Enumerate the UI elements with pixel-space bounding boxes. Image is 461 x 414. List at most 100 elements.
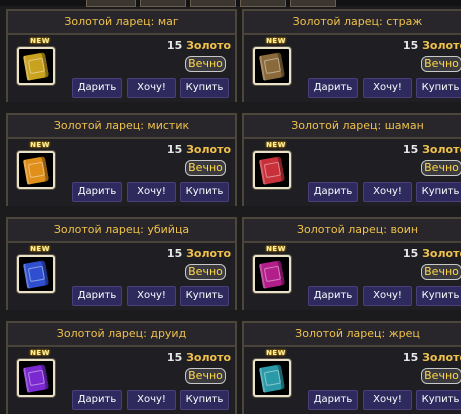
buy-button[interactable]: Купить [180,286,229,306]
item-title: Золотой ларец: друид [8,323,235,347]
buy-button[interactable]: Купить [180,390,229,410]
item-slot[interactable] [17,359,55,397]
item-title: Золотой ларец: жрец [244,323,461,347]
price-amount: 15 [402,39,419,52]
item-price: 15 Золото [167,143,231,156]
new-badge: NEW [30,245,50,253]
shop-item-card: Золотой ларец: маг NEW 15 Золото Вечно Д… [6,9,237,102]
gift-button[interactable]: Дарить [308,182,358,202]
duration-badge: Вечно [185,264,226,280]
buy-button[interactable]: Купить [416,286,461,306]
duration-badge: Вечно [421,56,461,72]
tab-stub[interactable] [190,0,236,7]
item-price: 15 Золото [403,39,461,52]
wish-button[interactable]: Хочу! [127,286,176,306]
wish-button[interactable]: Хочу! [127,78,176,98]
item-slot[interactable] [253,47,291,85]
duration-badge: Вечно [421,264,461,280]
gift-button[interactable]: Дарить [72,78,122,98]
buy-button[interactable]: Купить [416,182,461,202]
item-price: 15 Золото [403,247,461,260]
price-amount: 15 [402,351,419,364]
price-currency: Золото [186,143,231,156]
new-badge: NEW [266,141,286,149]
item-price: 15 Золото [167,39,231,52]
tab-stub[interactable] [86,0,136,7]
top-tab-strip [0,0,461,7]
shop-item-card: Золотой ларец: шаман NEW 15 Золото Вечно… [242,113,461,206]
price-amount: 15 [402,247,419,260]
gift-button[interactable]: Дарить [308,286,358,306]
shop-item-card: Золотой ларец: мистик NEW 15 Золото Вечн… [6,113,237,206]
price-amount: 15 [166,351,183,364]
buy-button[interactable]: Купить [416,78,461,98]
new-badge: NEW [266,37,286,45]
item-title: Золотой ларец: шаман [244,115,461,139]
item-slot[interactable] [17,255,55,293]
tab-stub[interactable] [140,0,186,7]
book-icon [22,364,50,393]
price-currency: Золото [422,351,461,364]
shop-item-card: Золотой ларец: воин NEW 15 Золото Вечно … [242,217,461,310]
price-currency: Золото [186,39,231,52]
book-icon [22,52,50,81]
gift-button[interactable]: Дарить [72,390,122,410]
gift-button[interactable]: Дарить [72,286,122,306]
price-currency: Золото [186,247,231,260]
shop-item-card: Золотой ларец: друид NEW 15 Золото Вечно… [6,321,237,414]
buy-button[interactable]: Купить [180,182,229,202]
shop-item-card: Золотой ларец: страж NEW 15 Золото Вечно… [242,9,461,102]
duration-badge: Вечно [185,368,226,384]
duration-badge: Вечно [421,368,461,384]
shop-item-card: Золотой ларец: убийца NEW 15 Золото Вечн… [6,217,237,310]
wish-button[interactable]: Хочу! [363,182,412,202]
item-title: Золотой ларец: воин [244,219,461,243]
new-badge: NEW [266,349,286,357]
price-amount: 15 [402,143,419,156]
buy-button[interactable]: Купить [180,78,229,98]
price-currency: Золото [186,351,231,364]
duration-badge: Вечно [185,56,226,72]
item-price: 15 Золото [403,351,461,364]
buy-button[interactable]: Купить [416,390,461,410]
book-icon [22,260,50,289]
wish-button[interactable]: Хочу! [127,182,176,202]
book-icon [258,364,286,393]
new-badge: NEW [30,349,50,357]
item-slot[interactable] [253,359,291,397]
wish-button[interactable]: Хочу! [363,390,412,410]
item-slot[interactable] [253,255,291,293]
price-amount: 15 [166,39,183,52]
gift-button[interactable]: Дарить [308,78,358,98]
price-currency: Золото [422,39,461,52]
book-icon [258,52,286,81]
book-icon [258,260,286,289]
duration-badge: Вечно [421,160,461,176]
wish-button[interactable]: Хочу! [363,286,412,306]
item-price: 15 Золото [167,247,231,260]
new-badge: NEW [266,245,286,253]
new-badge: NEW [30,37,50,45]
item-price: 15 Золото [403,143,461,156]
book-icon [22,156,50,185]
wish-button[interactable]: Хочу! [127,390,176,410]
item-title: Золотой ларец: маг [8,11,235,35]
item-slot[interactable] [17,151,55,189]
price-currency: Золото [422,247,461,260]
wish-button[interactable]: Хочу! [363,78,412,98]
item-slot[interactable] [253,151,291,189]
book-icon [258,156,286,185]
duration-badge: Вечно [185,160,226,176]
item-slot[interactable] [17,47,55,85]
tab-stub[interactable] [290,0,336,7]
price-amount: 15 [166,247,183,260]
tab-stub[interactable] [240,0,286,7]
gift-button[interactable]: Дарить [72,182,122,202]
gift-button[interactable]: Дарить [308,390,358,410]
item-price: 15 Золото [167,351,231,364]
price-currency: Золото [422,143,461,156]
item-title: Золотой ларец: мистик [8,115,235,139]
item-title: Золотой ларец: убийца [8,219,235,243]
new-badge: NEW [30,141,50,149]
item-title: Золотой ларец: страж [244,11,461,35]
